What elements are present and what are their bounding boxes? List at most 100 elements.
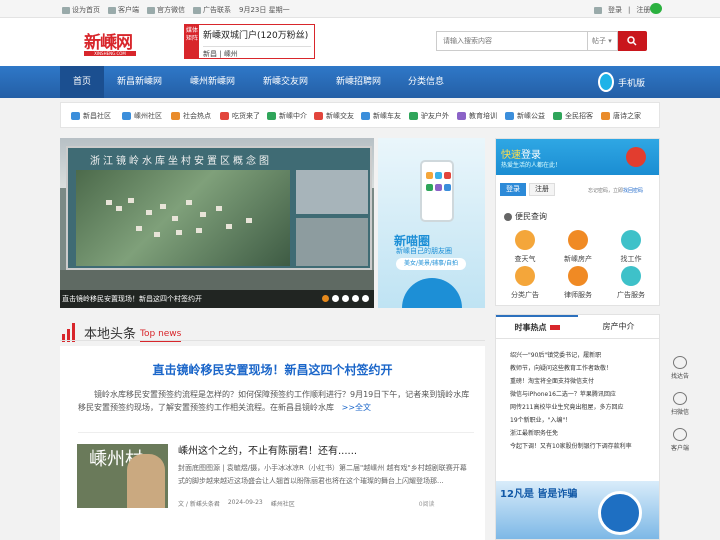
ad-contact-link[interactable]: 广告联系 xyxy=(193,5,231,15)
list-item[interactable]: 网传211高校毕业生究竟出租屋，多方回应 xyxy=(510,401,632,414)
list-item[interactable]: 微信与iPhone16二选一？苹果腾讯回应 xyxy=(510,388,632,401)
subnav-item[interactable]: 新嵊中介 xyxy=(267,111,307,121)
chat-icon xyxy=(71,112,80,120)
slider-dot[interactable] xyxy=(362,295,369,302)
sub-nav: 新昌社区 嵊州社区 社会热点 吃货来了 新嵊中介 新嵊交友 新嵊车友 驴友户外 … xyxy=(60,102,660,128)
shield-icon xyxy=(598,491,642,535)
tab-house[interactable]: 房产中介 xyxy=(578,315,659,339)
mobile-version-link[interactable]: 手机版 xyxy=(598,72,645,92)
service-weather[interactable]: 查天气 xyxy=(500,230,550,264)
thumb-figure xyxy=(127,454,165,508)
list-item[interactable]: 绍兴一"90后"镇党委书记，履新职 xyxy=(510,349,632,362)
poem-icon xyxy=(601,112,610,120)
subnav-item[interactable]: 教育培训 xyxy=(457,111,497,121)
login-box: 快速登录 热爱生活的人都在此！ 登录 注册 忘记密码，立即找回密码 便民查询 xyxy=(495,138,660,232)
house-mark xyxy=(246,218,252,223)
outdoor-icon xyxy=(409,112,418,120)
login-link[interactable]: 登录 xyxy=(608,5,622,15)
subnav-item[interactable]: 新嵊交友 xyxy=(314,111,354,121)
site-logo[interactable]: 新嵊网 XINSHENG.COM xyxy=(84,28,136,56)
app-icon xyxy=(426,184,433,191)
service-lawyer[interactable]: 律师服务 xyxy=(553,266,603,300)
app-icon xyxy=(435,172,442,179)
news-board[interactable]: 嵊州社区 xyxy=(271,499,295,508)
news-date: 2024-09-23 xyxy=(227,499,263,506)
tab-hot[interactable]: 时事热点 xyxy=(496,315,578,339)
nav-xinchang[interactable]: 新昌新嵊网 xyxy=(117,66,162,98)
header-ad[interactable]: 媒体矩阵 新嵊双城门户(120万粉丝) 新昌 | 嵊州 xyxy=(184,24,315,59)
top-bar: 设为首页 客户端 官方微信 广告联系 9月23日 星期一 登录 | 注册 xyxy=(0,0,720,18)
section-title: 本地头条 Top news xyxy=(62,322,182,342)
service-house[interactable]: 新嵊房产 xyxy=(553,230,603,264)
list-item[interactable]: 教师节，向疑问这些教育工作者致敬！ xyxy=(510,362,632,375)
wechat-link[interactable]: 官方微信 xyxy=(147,5,185,15)
search-button[interactable] xyxy=(618,31,647,51)
house-icon xyxy=(568,230,588,250)
anti-fraud-ad[interactable]: 12凡是 皆是诈骗 xyxy=(496,481,659,539)
news-meta: 文 / 新嵊头条君 2024-09-23 嵊州社区 0阅读 xyxy=(178,499,435,508)
float-client[interactable]: 客户端 xyxy=(666,428,694,458)
search-input[interactable] xyxy=(436,31,588,51)
top-links: 设为首页 客户端 官方微信 广告联系 9月23日 星期一 xyxy=(62,5,290,15)
float-support[interactable]: 找达告 xyxy=(666,356,694,386)
wechat-icon xyxy=(147,6,155,14)
nav-shengzhou[interactable]: 嵊州新嵊网 xyxy=(190,66,235,98)
float-wechat[interactable]: 扫微信 xyxy=(666,392,694,422)
wechat-icon[interactable] xyxy=(650,3,662,14)
list-item[interactable]: 重磅！淘宝将全面支持微信支付 xyxy=(510,375,632,388)
qrcode-icon xyxy=(673,428,687,441)
house-mark xyxy=(154,232,160,237)
app-icon xyxy=(426,172,433,179)
news-views: 0阅读 xyxy=(418,501,435,508)
board-map xyxy=(76,170,290,266)
search-type-select[interactable]: 帖子 ▾ xyxy=(588,31,618,51)
headline-title[interactable]: 直击镜岭移民安置现场！新昌这四个村签约开 xyxy=(60,361,485,378)
service-classified[interactable]: 分类广告 xyxy=(500,266,550,300)
login-button[interactable]: 登录 xyxy=(500,183,526,196)
news-thumbnail[interactable]: 嵊州村 xyxy=(77,444,168,508)
nav-home[interactable]: 首页 xyxy=(60,66,105,98)
house-mark xyxy=(176,230,182,235)
list-item[interactable]: 今起下调！又有10家股份制银行下调存款利率 xyxy=(510,440,632,453)
slider-dot[interactable] xyxy=(352,295,359,302)
subnav-item[interactable]: 新嵊车友 xyxy=(361,111,401,121)
weibo-icon[interactable] xyxy=(626,147,646,167)
slider-dot[interactable] xyxy=(332,295,339,302)
slider-dot[interactable] xyxy=(342,295,349,302)
read-more-link[interactable]: >>全文 xyxy=(342,403,371,412)
set-home-link[interactable]: 设为首页 xyxy=(62,5,100,15)
account-links: 登录 | 注册 xyxy=(594,5,650,15)
lawyer-icon xyxy=(568,266,588,286)
tab-header: 时事热点 房产中介 xyxy=(496,315,659,339)
slider-dot[interactable] xyxy=(322,295,329,302)
subnav-item[interactable]: 社会热点 xyxy=(171,111,211,121)
recover-password-link[interactable]: 找回密码 xyxy=(623,188,643,194)
nav-dating[interactable]: 新嵊交友网 xyxy=(263,66,308,98)
car-icon xyxy=(361,112,370,120)
house-mark xyxy=(226,224,232,229)
list-item[interactable]: 19个新职业，"入编"！ xyxy=(510,414,632,427)
nav-jobs[interactable]: 新嵊招聘网 xyxy=(336,66,381,98)
subnav-item[interactable]: 吃货来了 xyxy=(220,111,260,121)
xinmiao-ad[interactable]: 新喵圈 新嵊自己的朋友圈 美女/美景/辅事/自拍 xyxy=(378,138,485,308)
wechat-icon xyxy=(673,392,687,405)
login-header: 快速登录 热爱生活的人都在此！ xyxy=(496,139,659,175)
list-item[interactable]: 浙江最新职务任免 xyxy=(510,427,632,440)
house-mark xyxy=(200,212,206,217)
nav-classifieds[interactable]: 分类信息 xyxy=(408,66,444,98)
hero-slider[interactable]: 浙江镜岭水库坐村安置区概念图 直击镜岭移民安置现场！新昌这四个村签约开 xyxy=(60,138,374,308)
service-jobs[interactable]: 找工作 xyxy=(606,230,656,264)
client-link[interactable]: 客户端 xyxy=(108,5,139,15)
classified-icon xyxy=(515,266,535,286)
subnav-item[interactable]: 驴友户外 xyxy=(409,111,449,121)
subnav-item[interactable]: 全民招客 xyxy=(553,111,593,121)
register-link[interactable]: 注册 xyxy=(636,5,650,15)
service-ad[interactable]: 广告服务 xyxy=(606,266,656,300)
subnav-item[interactable]: 新嵊公益 xyxy=(505,111,545,121)
floating-tools: 找达告 扫微信 客户端 xyxy=(666,356,694,464)
subnav-item[interactable]: 唐诗之家 xyxy=(601,111,641,121)
subnav-item[interactable]: 嵊州社区 xyxy=(122,111,162,121)
news-title[interactable]: 嵊州这个之约，不止有陈丽君！还有...... xyxy=(178,442,357,457)
register-button[interactable]: 注册 xyxy=(529,183,555,196)
subnav-item[interactable]: 新昌社区 xyxy=(71,111,111,121)
